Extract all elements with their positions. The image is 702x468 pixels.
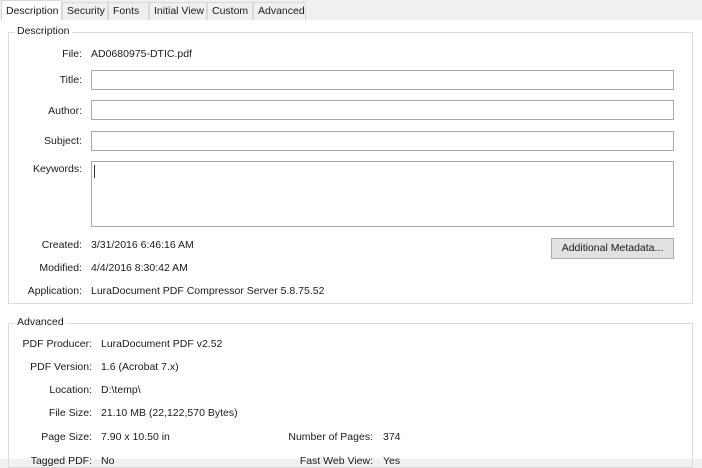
tab-fonts[interactable]: Fonts [108, 2, 149, 20]
subject-field[interactable] [91, 131, 674, 151]
location-label: Location: [49, 384, 92, 396]
tab-security[interactable]: Security [62, 2, 108, 20]
pdf-version-value: 1.6 (Acrobat 7.x) [101, 361, 179, 373]
title-label: Title: [59, 74, 82, 86]
modified-label: Modified: [39, 262, 82, 274]
location-value: D:\temp\ [101, 384, 141, 396]
tagged-pdf-value: No [101, 455, 115, 467]
tab-advanced[interactable]: Advanced [253, 2, 306, 20]
page-size-value: 7.90 x 10.50 in [101, 431, 170, 443]
file-size-label: File Size: [48, 407, 92, 419]
created-value: 3/31/2016 6:46:16 AM [91, 239, 194, 251]
tab-custom[interactable]: Custom [207, 2, 253, 20]
number-of-pages-value: 374 [383, 431, 401, 443]
advanced-group: Advanced PDF Producer: LuraDocument PDF … [8, 316, 693, 468]
text-caret [94, 165, 95, 178]
fast-web-view-label: Fast Web View: [299, 455, 373, 467]
tab-description[interactable]: Description [1, 0, 62, 21]
file-label: File: [62, 48, 82, 60]
file-value: AD0680975-DTIC.pdf [91, 48, 192, 60]
pdf-producer-label: PDF Producer: [22, 338, 92, 350]
tab-initial-view[interactable]: Initial View [149, 2, 207, 20]
page-size-label: Page Size: [41, 431, 92, 443]
number-of-pages-label: Number of Pages: [288, 431, 373, 443]
author-field[interactable] [91, 100, 674, 120]
title-field[interactable] [91, 70, 674, 90]
description-group-title: Description [15, 25, 72, 37]
description-group: Description File: AD0680975-DTIC.pdf Tit… [8, 25, 693, 304]
tab-bar: Description Security Fonts Initial View … [0, 0, 702, 21]
modified-value: 4/4/2016 8:30:42 AM [91, 262, 188, 274]
created-label: Created: [41, 239, 82, 251]
keywords-field[interactable] [91, 161, 674, 227]
advanced-group-title: Advanced [15, 316, 66, 328]
pdf-version-label: PDF Version: [30, 361, 92, 373]
application-label: Application: [27, 285, 82, 297]
application-value: LuraDocument PDF Compressor Server 5.8.7… [91, 285, 325, 297]
keywords-label: Keywords: [32, 163, 82, 175]
author-label: Author: [48, 105, 82, 117]
tagged-pdf-label: Tagged PDF: [30, 455, 92, 467]
fast-web-view-value: Yes [383, 455, 401, 467]
additional-metadata-button[interactable]: Additional Metadata... [551, 238, 674, 259]
properties-panel: Description File: AD0680975-DTIC.pdf Tit… [0, 20, 702, 468]
subject-label: Subject: [44, 135, 82, 147]
pdf-producer-value: LuraDocument PDF v2.52 [101, 338, 223, 350]
file-size-value: 21.10 MB (22,122,570 Bytes) [101, 407, 238, 419]
